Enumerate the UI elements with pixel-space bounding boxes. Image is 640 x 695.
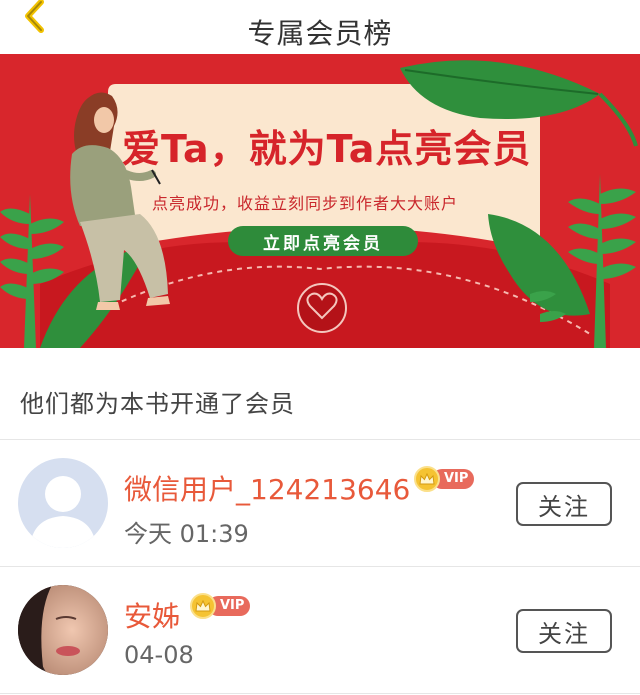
top-bar: 专属会员榜 (0, 0, 640, 54)
user-photo-avatar[interactable] (18, 585, 108, 675)
divider (0, 693, 640, 694)
page-title: 专属会员榜 (247, 17, 393, 50)
member-row[interactable]: 安姊 VIP 04-08 关注 (0, 567, 640, 693)
vip-badge: VIP (190, 593, 251, 619)
follow-button[interactable]: 关注 (516, 609, 612, 653)
crown-icon (190, 593, 216, 619)
vip-badge: VIP (414, 466, 475, 492)
banner-illustration (0, 54, 640, 348)
member-name[interactable]: 微信用户_124213646 (124, 468, 410, 508)
member-row[interactable]: 微信用户_124213646 VIP 今天 01:39 关注 (0, 440, 640, 566)
default-avatar-icon[interactable] (18, 458, 108, 548)
crown-icon (414, 466, 440, 492)
promo-banner[interactable]: 爱Ta，就为Ta点亮会员 点亮成功，收益立刻同步到作者大大账户 立即点亮会员 (0, 54, 640, 348)
member-time: 04-08 (124, 641, 194, 669)
activate-membership-button[interactable]: 立即点亮会员 (228, 226, 418, 256)
member-ranking-page: 专属会员榜 爱Ta，就为Ta点亮会员 点亮成功，收益立刻同步到作者大大账户 立即… (0, 0, 640, 695)
member-time: 今天 01:39 (124, 520, 249, 548)
section-title: 他们都为本书开通了会员 (20, 390, 295, 418)
member-name[interactable]: 安姊 (124, 595, 180, 635)
follow-button[interactable]: 关注 (516, 482, 612, 526)
